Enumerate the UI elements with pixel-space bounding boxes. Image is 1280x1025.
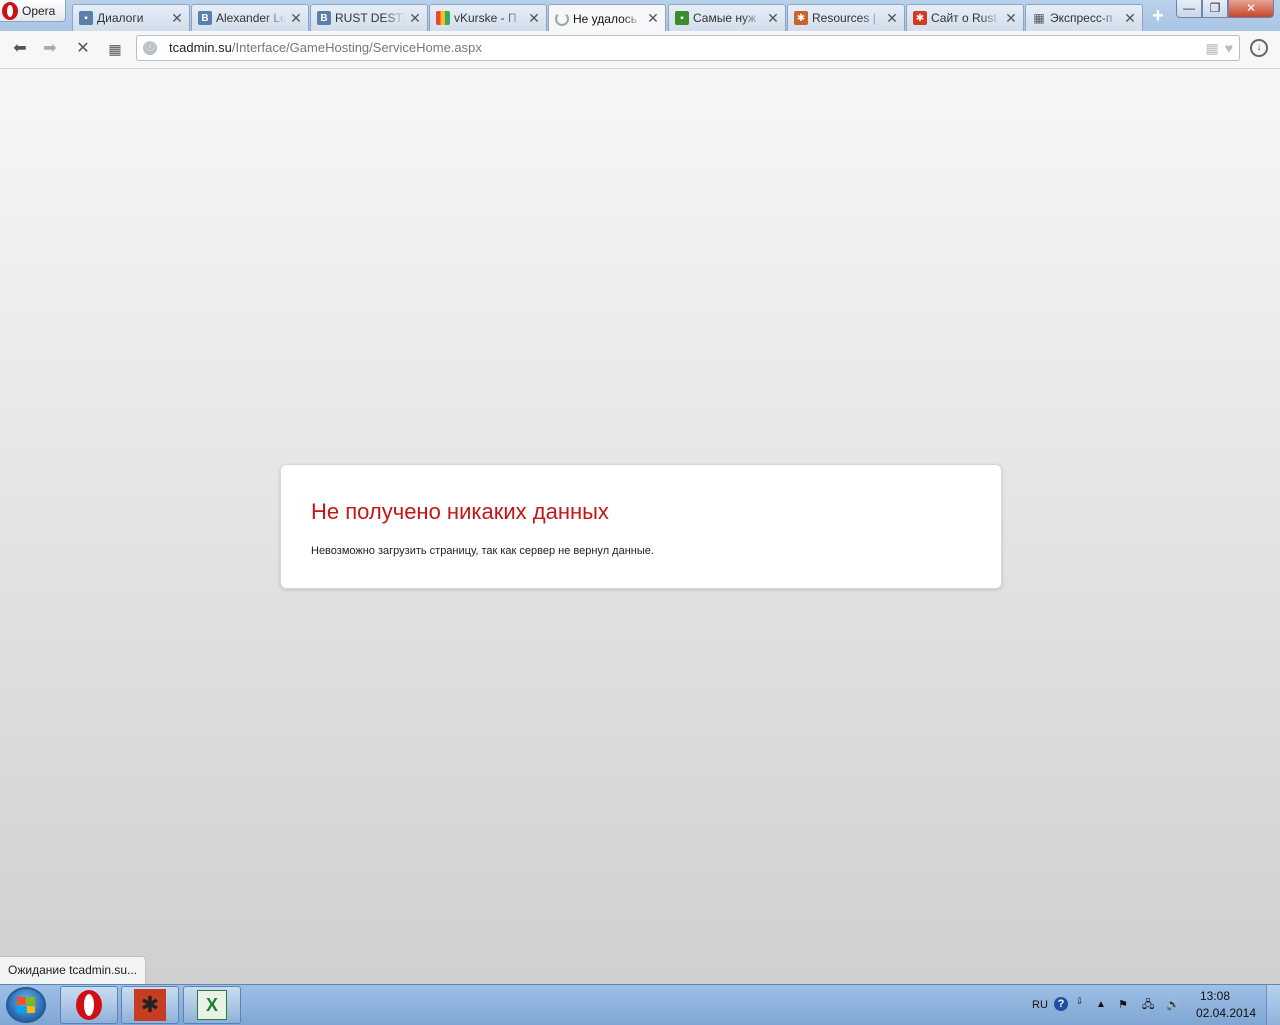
volume-icon[interactable]: 🔊 — [1166, 997, 1180, 1013]
window-close-button[interactable]: ✕ — [1228, 0, 1274, 18]
windows-taskbar: ✱ X RU ? ⇩ ▲ ⚑ 🖧 🔊 13:08 02.04.2014 — [0, 984, 1280, 1025]
site-info-icon[interactable]: ⓘ — [143, 41, 157, 55]
vkurske-icon — [436, 11, 450, 25]
status-bar: Ожидание tcadmin.su... — [0, 956, 147, 984]
opera-logo-icon — [2, 1, 18, 20]
stop-button[interactable]: ✕ — [73, 39, 93, 59]
taskbar-rust-game[interactable]: ✱ — [121, 986, 179, 1024]
network-icon[interactable]: 🖧 — [1142, 997, 1154, 1013]
vk-icon: B — [198, 11, 212, 25]
rust-site-icon: ✱ — [913, 11, 927, 25]
taskbar-excel[interactable]: X — [183, 986, 241, 1024]
tab-title: Самые нуж — [693, 11, 757, 25]
arrow-left-icon: ⬅ — [13, 40, 27, 57]
speed-dial-icon: ▦ — [1033, 11, 1045, 25]
opera-icon — [76, 990, 102, 1020]
tab-close-icon[interactable]: ✕ — [528, 10, 540, 27]
help-icon[interactable]: ? — [1054, 997, 1068, 1011]
tab-strip: Opera ▪ Диалоги ✕ B Alexander Le ✕ B RUS… — [0, 0, 1280, 32]
window-restore-button[interactable]: ❐ — [1202, 0, 1228, 18]
taskbar-opera[interactable] — [60, 986, 118, 1024]
heart-icon[interactable]: ♥ — [1225, 36, 1233, 60]
tab-vkurske[interactable]: vKurske - П ✕ — [429, 4, 547, 31]
url-host: tcadmin.su — [169, 40, 232, 55]
opera-menu-label: Opera — [22, 3, 56, 18]
clock-date[interactable]: 02.04.2014 — [1186, 1006, 1266, 1020]
error-panel: Не получено никаких данных Невозможно за… — [280, 464, 1002, 589]
tab-close-icon[interactable]: ✕ — [767, 10, 779, 27]
grid-icon: ▦ — [108, 41, 122, 57]
tab-title: Alexander Le — [216, 11, 286, 25]
tab-close-icon[interactable]: ✕ — [171, 10, 183, 27]
close-icon: ✕ — [76, 40, 90, 57]
navigation-toolbar: ⬅ ➡ ✕ ▦ ⓘ tcadmin.su/Interface/GameHosti… — [0, 31, 1280, 69]
tab-resources[interactable]: ✱ Resources | ✕ — [787, 4, 905, 31]
tab-title: Resources | — [812, 11, 876, 25]
download-icon: ↓ — [1256, 42, 1262, 53]
tab-speed-dial[interactable]: ▦ Экспресс-п ✕ — [1025, 4, 1143, 31]
forward-button[interactable]: ➡ — [40, 39, 60, 59]
tab-close-icon[interactable]: ✕ — [290, 10, 302, 27]
show-hidden-icons-icon[interactable]: ▲ — [1096, 997, 1106, 1013]
tab-title: Сайт о Rust — [931, 11, 997, 25]
start-button[interactable] — [6, 987, 46, 1023]
tab-samye-nuzhnye[interactable]: ▪ Самые нуж ✕ — [668, 4, 786, 31]
action-center-icon[interactable]: ⚑ — [1118, 997, 1128, 1013]
tab-dialogs[interactable]: ▪ Диалоги ✕ — [72, 4, 190, 31]
loading-spinner-icon — [555, 11, 569, 26]
tab-title: vKurske - П — [454, 11, 517, 25]
tab-rust-destr[interactable]: B RUST DESTR ✕ — [310, 4, 428, 31]
tab-close-icon[interactable]: ✕ — [647, 10, 659, 27]
clock-time[interactable]: 13:08 — [1186, 989, 1244, 1003]
show-desktop-button[interactable] — [1266, 985, 1280, 1025]
vk-icon: B — [317, 11, 331, 25]
tab-close-icon[interactable]: ✕ — [886, 10, 898, 27]
tab-alexander[interactable]: B Alexander Le ✕ — [191, 4, 309, 31]
tab-close-icon[interactable]: ✕ — [1005, 10, 1017, 27]
error-title: Не получено никаких данных — [311, 499, 609, 524]
rust-game-icon: ✱ — [134, 989, 166, 1021]
tab-error-active[interactable]: Не удалось ✕ — [548, 4, 666, 32]
tab-close-icon[interactable]: ✕ — [1124, 10, 1136, 27]
excel-icon: X — [197, 990, 227, 1020]
window-minimize-button[interactable]: — — [1176, 0, 1202, 18]
windows-logo-icon — [17, 997, 35, 1013]
vk-dialogs-icon: ▪ — [79, 11, 93, 25]
page-content: Не получено никаких данных Невозможно за… — [0, 69, 1280, 984]
error-description: Невозможно загрузить страницу, так как с… — [311, 545, 654, 557]
new-tab-button[interactable]: + — [1148, 6, 1168, 26]
url-path: /Interface/GameHosting/ServiceHome.aspx — [231, 40, 482, 55]
language-bar-options-icon[interactable]: ⇩ — [1076, 993, 1084, 1009]
back-button[interactable]: ⬅ — [10, 39, 30, 59]
language-indicator[interactable]: RU — [1032, 997, 1048, 1013]
opera-menu-button[interactable]: Opera — [0, 0, 66, 22]
tab-title: Экспресс-п — [1050, 11, 1113, 25]
arrow-right-icon: ➡ — [43, 40, 57, 57]
tab-title: Не удалось — [573, 11, 638, 26]
rust-resource-icon: ✱ — [794, 11, 808, 25]
tab-close-icon[interactable]: ✕ — [409, 10, 421, 27]
address-bar[interactable]: ⓘ tcadmin.su/Interface/GameHosting/Servi… — [136, 35, 1240, 61]
speed-dial-add-icon[interactable]: ▦ — [1205, 36, 1218, 60]
tab-title: Диалоги — [97, 11, 144, 25]
minecraft-creeper-icon: ▪ — [675, 11, 689, 25]
tab-sait-o-rust[interactable]: ✱ Сайт о Rust ✕ — [906, 4, 1024, 31]
tab-title: RUST DESTR — [335, 11, 405, 25]
url-text[interactable]: tcadmin.su/Interface/GameHosting/Service… — [169, 36, 482, 60]
speed-dial-button[interactable]: ▦ — [105, 39, 125, 59]
browser-menu-button[interactable]: ↓ — [1250, 39, 1268, 57]
